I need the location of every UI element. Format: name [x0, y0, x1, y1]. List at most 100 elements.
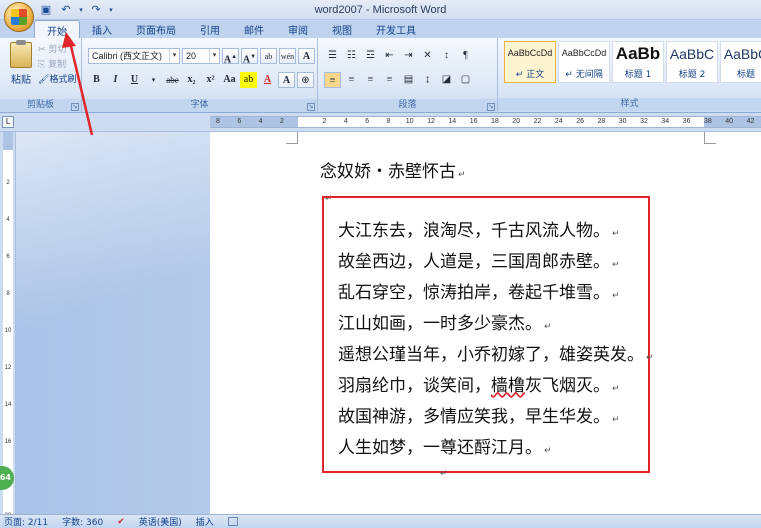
- ruler-tick-label: 8: [386, 118, 391, 125]
- ruler-tick-label: 32: [640, 118, 648, 125]
- justify-button[interactable]: ≡: [381, 72, 398, 88]
- ruler-tick-label: 6: [365, 118, 370, 125]
- poem-line[interactable]: 乱石穿空，惊涛拍岸，卷起千堆雪。 ↵: [338, 278, 654, 309]
- clear-format-button[interactable]: ab: [260, 48, 277, 64]
- chinese-layout-button[interactable]: ✕: [419, 48, 436, 64]
- left-margin-area: [210, 117, 298, 127]
- poem-line-text: 故国神游，多情应笑我，早生华发。: [338, 407, 610, 427]
- poem-line[interactable]: 大江东去，浪淘尽，千古风流人物。 ↵: [338, 216, 654, 247]
- tab-mailings[interactable]: 邮件: [232, 20, 276, 38]
- paste-button[interactable]: 粘贴: [6, 40, 36, 96]
- tab-selector-button[interactable]: L: [2, 116, 14, 128]
- crop-mark: [704, 132, 716, 144]
- sort-button[interactable]: ↕: [438, 48, 455, 64]
- borders-button[interactable]: ▢: [457, 72, 474, 88]
- tab-page-layout[interactable]: 页面布局: [124, 20, 188, 38]
- tab-review[interactable]: 审阅: [276, 20, 320, 38]
- strikethrough-button[interactable]: abe: [164, 72, 181, 88]
- paragraph-mark-icon: ↵: [458, 170, 466, 180]
- enclose-char-button[interactable]: ⊕: [297, 72, 314, 88]
- bullets-button[interactable]: ☰: [324, 48, 341, 64]
- font-color-button[interactable]: A: [259, 72, 276, 88]
- paragraph-mark-icon: ↵: [612, 291, 620, 301]
- poem-line-text: 人生如梦，一尊还酹江月。: [338, 438, 542, 458]
- vertical-ruler[interactable]: 2468101214161820: [0, 132, 16, 519]
- align-center-button[interactable]: ≡: [343, 72, 360, 88]
- ruler-tick-label: 38: [703, 118, 712, 125]
- poem-line[interactable]: 故垒西边，人道是，三国周郎赤壁。 ↵: [338, 247, 654, 278]
- poem-body[interactable]: 大江东去，浪淘尽，千古风流人物。 ↵ 故垒西边，人道是，三国周郎赤壁。 ↵ 乱石穿空，惊…: [338, 216, 654, 464]
- style-no-spacing[interactable]: AaBbCcDd ↵ 无间隔: [558, 41, 610, 83]
- insert-mode[interactable]: 插入: [196, 515, 214, 528]
- increase-indent-button[interactable]: ⇥: [400, 48, 417, 64]
- tab-developer[interactable]: 开发工具: [364, 20, 428, 38]
- grow-font-button[interactable]: A▲: [222, 48, 239, 65]
- align-right-button[interactable]: ≡: [362, 72, 379, 88]
- ruler-tick-label: 42: [746, 118, 755, 125]
- poem-line[interactable]: 羽扇纶巾，谈笑间，樯橹灰飞烟灭。 ↵: [338, 371, 654, 402]
- poem-line[interactable]: 故国神游，多情应笑我，早生华发。 ↵: [338, 402, 654, 433]
- macro-record-icon[interactable]: [227, 517, 238, 526]
- language-indicator[interactable]: 英语(美国): [139, 515, 182, 528]
- poem-line[interactable]: 人生如梦，一尊还酹江月。 ↵: [338, 433, 654, 464]
- tab-view[interactable]: 视图: [320, 20, 364, 38]
- poem-line-text: 大江东去，浪淘尽，千古风流人物。: [338, 221, 610, 241]
- horizontal-ruler[interactable]: 8 6 4 2 2 4 6 8 10 12 14 16 18 20 22 24 26 28 30 32 34 36 38 40…: [210, 116, 761, 128]
- font-name-select[interactable]: Calibri (西文正文) ▾: [88, 48, 180, 64]
- style-heading-1[interactable]: AaBb 标题 1: [612, 41, 664, 83]
- spelling-check-icon[interactable]: ✔: [117, 517, 125, 527]
- italic-button[interactable]: I: [107, 72, 124, 88]
- page-count[interactable]: 页面: 2/11: [4, 515, 48, 528]
- font-group: Calibri (西文正文) ▾ 20 ▾ A▲ A▼ ab wén A B I U…: [82, 38, 318, 113]
- tab-references[interactable]: 引用: [188, 20, 232, 38]
- distributed-button[interactable]: ▤: [400, 72, 417, 88]
- paragraph-launcher-icon[interactable]: ↘: [487, 103, 495, 111]
- paragraph-mark-icon: ↵: [612, 260, 620, 270]
- line-spacing-button[interactable]: ↨: [419, 72, 436, 88]
- poem-line[interactable]: 江山如画，一时多少豪杰。 ↵: [338, 309, 654, 340]
- spelling-underline[interactable]: 樯橹: [491, 376, 525, 396]
- font-launcher-icon[interactable]: ↘: [307, 103, 315, 111]
- font-size-select[interactable]: 20 ▾: [182, 48, 220, 64]
- paragraph-mark-icon: ↵: [544, 446, 552, 456]
- style-title[interactable]: AaBbC标题: [720, 41, 761, 83]
- top-margin-area: [3, 132, 13, 150]
- align-left-button[interactable]: ≡: [324, 72, 341, 88]
- office-button[interactable]: [4, 2, 34, 32]
- word-count[interactable]: 字数: 360: [62, 515, 103, 528]
- document-page[interactable]: 念奴娇・赤壁怀古 ↵ ↵ 大江东去，浪淘尽，千古风流人物。 ↵ 故垒西边，人道是，三国…: [210, 132, 761, 514]
- show-marks-button[interactable]: ¶: [457, 48, 474, 64]
- change-case-button[interactable]: Aa: [221, 72, 238, 88]
- char-border-button[interactable]: A: [298, 48, 315, 64]
- ruler-tick-label: 20: [512, 118, 521, 125]
- ribbon: 粘贴 ✂ 剪切 ⎘ 复制 🖌格式刷 剪贴板 ↘ Calibri (西文正文) ▾ …: [0, 38, 761, 113]
- char-shading-button[interactable]: A: [278, 72, 295, 88]
- styles-gallery: AaBbCcDd ↵ 正文 AaBbCcDd ↵ 无间隔 AaBb 标题 1 AaBb…: [504, 41, 761, 83]
- document-title[interactable]: 念奴娇・赤壁怀古 ↵: [320, 157, 466, 182]
- highlight-button[interactable]: ab: [240, 72, 257, 88]
- phonetic-guide-button[interactable]: wén: [279, 48, 296, 64]
- decrease-indent-button[interactable]: ⇤: [381, 48, 398, 64]
- style-normal[interactable]: AaBbCcDd ↵ 正文: [504, 41, 556, 83]
- superscript-button[interactable]: x²: [202, 72, 219, 88]
- poem-line-text: 遥想公瑾当年，小乔初嫁了，雄姿英发。: [338, 345, 644, 365]
- ruler-tick-label: 30: [618, 118, 627, 125]
- chevron-down-icon: ▾: [169, 49, 179, 63]
- ruler-tick-label: 40: [725, 118, 734, 125]
- vruler-tick-label: 8: [6, 291, 10, 297]
- ruler-tick-label: 2: [279, 118, 284, 125]
- vruler-tick-label: 14: [4, 402, 12, 408]
- paste-label: 粘贴: [11, 75, 31, 86]
- crop-mark: [286, 132, 298, 144]
- poem-line-text: 江山如画，一时多少豪杰。: [338, 314, 542, 334]
- shading-button[interactable]: ◪: [438, 72, 455, 88]
- underline-dropdown[interactable]: ▾: [145, 72, 162, 88]
- style-heading-2[interactable]: AaBbC 标题 2: [666, 41, 718, 83]
- underline-button[interactable]: U: [126, 72, 143, 88]
- numbering-button[interactable]: ☷: [343, 48, 360, 64]
- shrink-font-button[interactable]: A▼: [241, 48, 258, 65]
- paragraph-mark-icon: ↵: [646, 353, 654, 363]
- poem-line[interactable]: 遥想公瑾当年，小乔初嫁了，雄姿英发。 ↵: [338, 340, 654, 371]
- multilevel-list-button[interactable]: ☲: [362, 48, 379, 64]
- subscript-button[interactable]: x₂: [183, 72, 200, 88]
